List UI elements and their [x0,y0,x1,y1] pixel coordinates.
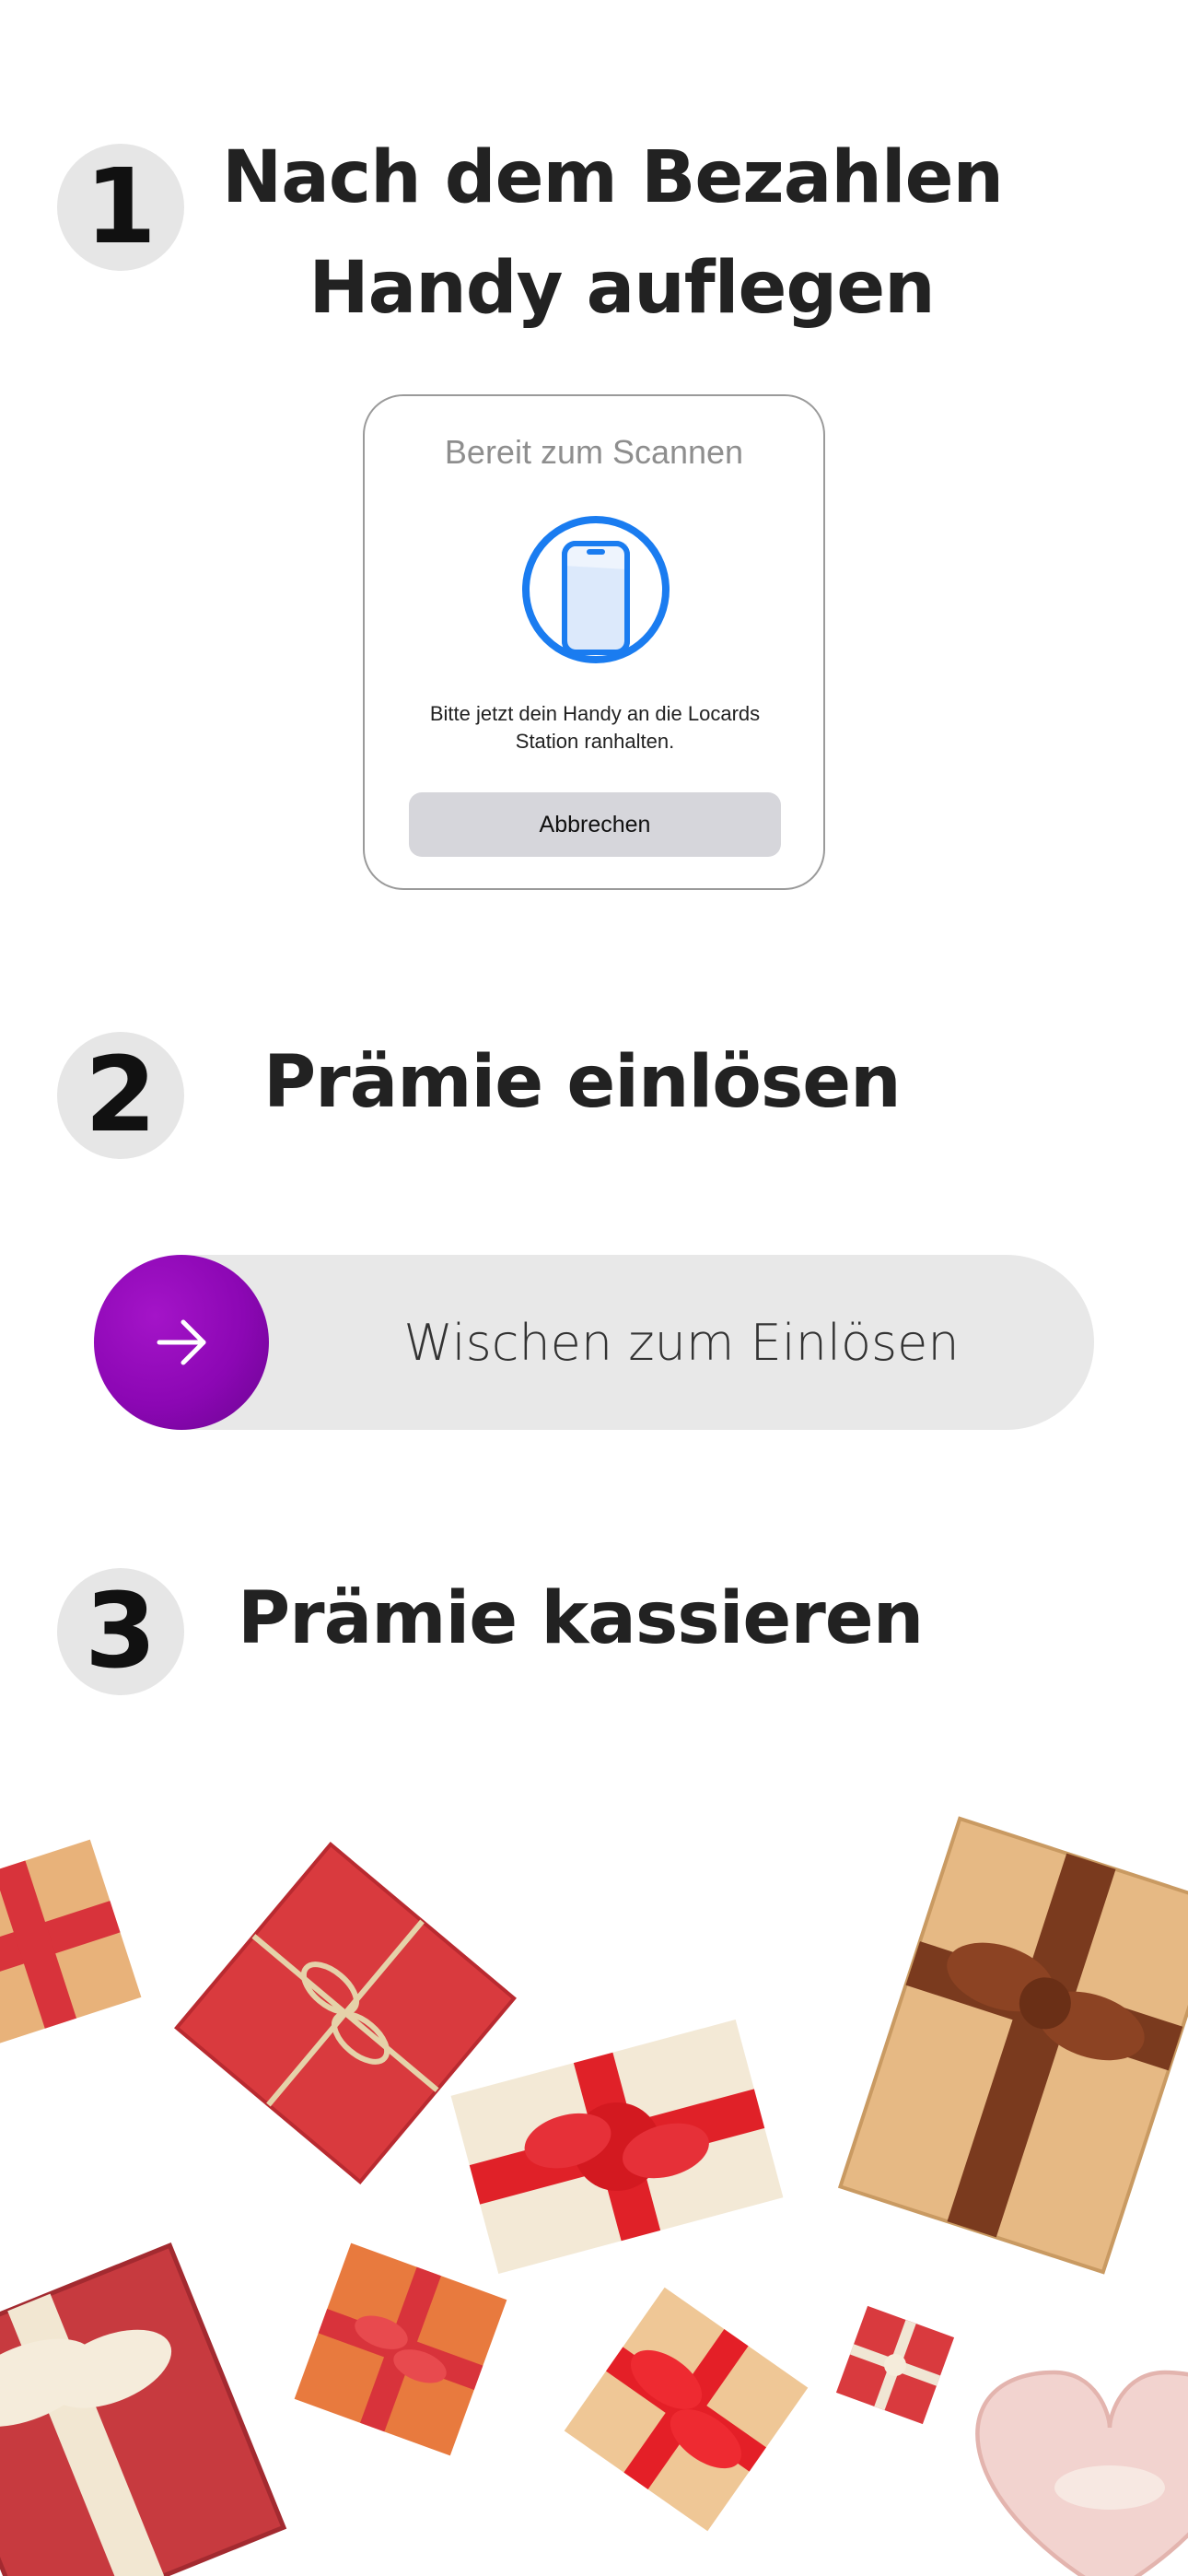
swipe-to-redeem-slider[interactable]: Wischen zum Einlösen [94,1255,1094,1430]
gift-box [975,2370,1188,2576]
swipe-handle[interactable] [94,1255,269,1430]
gift-box [0,2242,287,2576]
scan-sheet-title: Bereit zum Scannen [444,433,744,471]
nfc-scan-sheet: Bereit zum Scannen Bitte jetzt dein Hand… [363,394,825,890]
gift-box [450,2019,784,2275]
scan-instruction: Bitte jetzt dein Handy an die Locards St… [429,702,761,753]
gift-boxes-illustration [0,1806,1188,2576]
step-1-title-line-1: Nach dem Bezahlen [221,136,1004,219]
step-1-number: 1 [57,144,184,271]
gift-box [0,1839,142,2055]
arrow-right-icon [157,1319,206,1365]
step-3-title: Prämie kassieren [238,1577,924,1660]
step-1-title-line-2: Handy auflegen [309,247,935,330]
gift-box [837,1816,1188,2275]
step-3-number: 3 [57,1568,184,1695]
step-2-title: Prämie einlösen [263,1041,902,1124]
phone-scan-icon [520,514,671,665]
gift-box [564,2287,809,2532]
gift-box [835,2305,955,2425]
cancel-button[interactable]: Abbrechen [409,792,781,857]
step-2-number: 2 [57,1032,184,1159]
swipe-label: Wischen zum Einlösen [403,1313,960,1372]
gift-box [294,2242,507,2456]
